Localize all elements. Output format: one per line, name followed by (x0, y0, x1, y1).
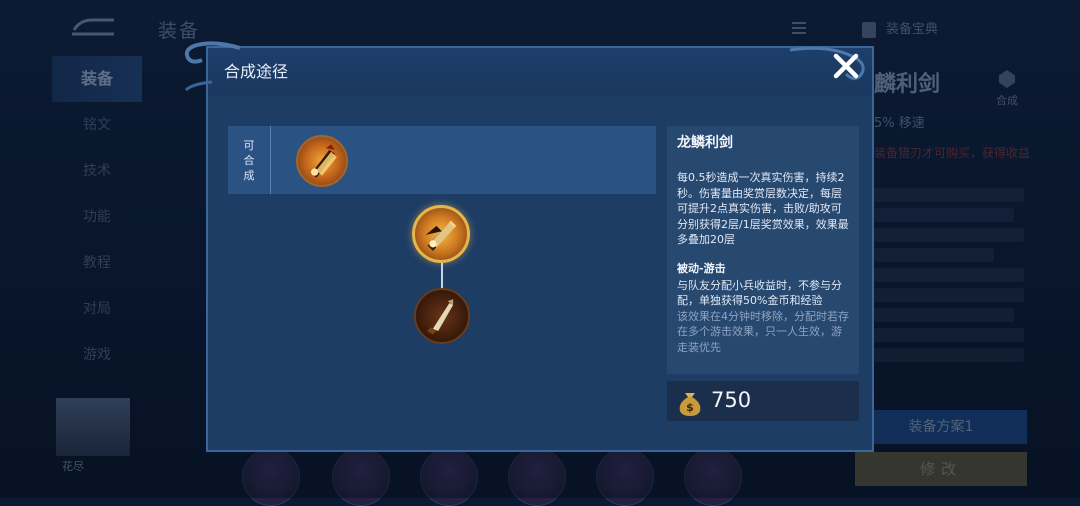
passive-title: 被动-游击 (677, 261, 726, 275)
ornament-swirl (184, 41, 241, 92)
dragon-scale-blade-icon[interactable] (412, 205, 470, 263)
craftable-label: 可 合 成 (228, 126, 271, 194)
dragon-scale-blade-icon[interactable] (296, 135, 348, 187)
close-button[interactable] (832, 52, 860, 80)
hunting-blade-icon[interactable] (414, 288, 470, 344)
dialog-header: 合成途径 (208, 48, 872, 96)
craftable-row: 可 合 成 (228, 126, 656, 194)
price-panel: $ 750 (667, 381, 859, 421)
recipe-connector (441, 263, 443, 291)
money-bag-icon: $ (679, 393, 701, 416)
passive-note: 该效果在4分钟时移除，分配时若存在多个游击效果，只一人生效，游走装优先 (677, 309, 849, 354)
item-description-panel: 龙鳞利剑 每0.5秒造成一次真实伤害，持续2秒。伤害量由奖赏层数决定，每层可提升… (667, 126, 859, 374)
svg-text:$: $ (686, 401, 694, 414)
item-price: 750 (711, 388, 752, 412)
close-icon (833, 53, 859, 79)
item-description: 每0.5秒造成一次真实伤害，持续2秒。伤害量由奖赏层数决定，每层可提升2点真实伤… (677, 171, 849, 246)
craft-path-dialog: 合成途径 可 合 成 龙鳞利剑 每0.5秒造成一次真实伤害，持续2秒。伤害量由奖… (206, 46, 874, 452)
craftable-char: 可 (243, 138, 255, 152)
passive-text: 与队友分配小兵收益时，不参与分配，单独获得50%金币和经验 (677, 278, 842, 308)
craftable-char: 成 (243, 168, 255, 182)
craftable-char: 合 (243, 153, 255, 167)
item-name: 龙鳞利剑 (677, 135, 733, 151)
